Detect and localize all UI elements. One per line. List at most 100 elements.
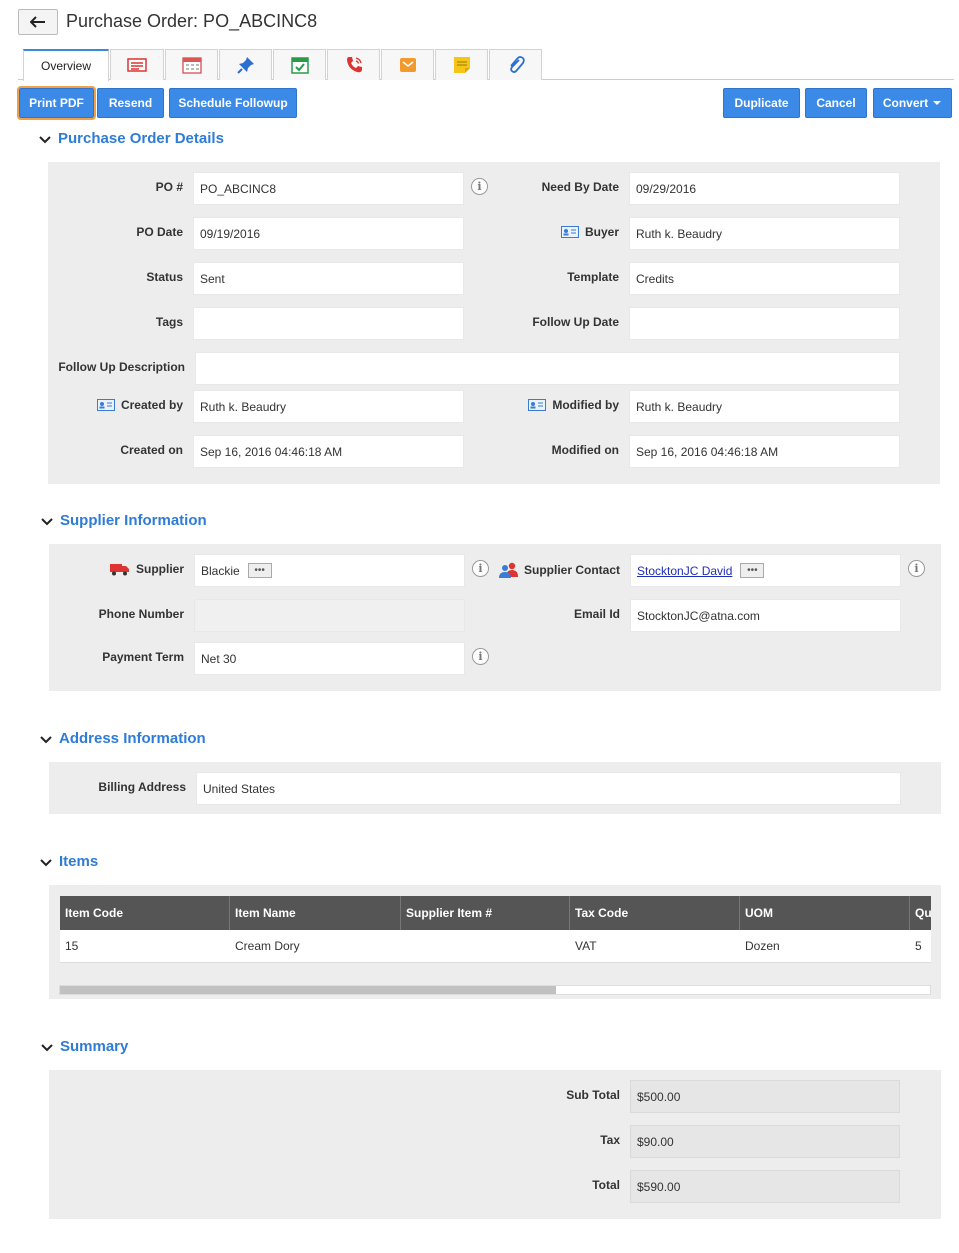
cancel-button[interactable]: Cancel — [805, 88, 867, 118]
duplicate-button[interactable]: Duplicate — [723, 88, 800, 118]
follow-up-date-label: Follow Up Date — [532, 315, 619, 329]
items-table-header: Item Code Item Name Supplier Item # Tax … — [60, 896, 931, 930]
summary-header[interactable]: Summary — [40, 1038, 128, 1055]
supplier-contact-field[interactable]: StocktonJC David ••• — [630, 554, 901, 587]
resend-button[interactable]: Resend — [97, 88, 164, 118]
pin-icon — [236, 57, 254, 74]
tab-emails[interactable] — [381, 49, 434, 80]
po-date-label: PO Date — [136, 225, 183, 239]
need-by-date-label: Need By Date — [541, 180, 619, 194]
truck-icon — [109, 564, 129, 576]
buyer-label-wrap: Buyer — [500, 225, 619, 239]
info-icon[interactable]: i — [472, 560, 489, 577]
details-list-icon — [127, 58, 147, 72]
column-header[interactable]: Tax Code — [570, 896, 740, 930]
phone-number-label: Phone Number — [98, 607, 184, 621]
payment-term-field[interactable]: Net 30 — [194, 642, 465, 675]
back-arrow-icon — [30, 16, 45, 28]
scrollbar-thumb[interactable] — [60, 986, 556, 994]
status-field[interactable]: Sent — [193, 262, 464, 295]
table-cell — [401, 930, 570, 963]
tab-overview[interactable]: Overview — [23, 49, 109, 81]
column-header[interactable]: Item Code — [60, 896, 230, 930]
tab-pins[interactable] — [219, 49, 272, 80]
need-by-date-field[interactable]: 09/29/2016 — [629, 172, 900, 205]
tab-calendar[interactable] — [165, 49, 218, 80]
supplier-info-header[interactable]: Supplier Information — [40, 512, 207, 529]
po-date-field[interactable]: 09/19/2016 — [193, 217, 464, 250]
contact-card-icon — [96, 399, 115, 411]
email-id-field[interactable]: StocktonJC@atna.com — [630, 599, 901, 632]
print-pdf-button[interactable]: Print PDF — [17, 86, 96, 120]
tab-details[interactable] — [110, 49, 164, 80]
more-options-button[interactable]: ••• — [247, 563, 272, 578]
phone-number-field[interactable] — [194, 599, 465, 632]
back-button[interactable] — [18, 9, 58, 35]
items-header[interactable]: Items — [39, 853, 98, 870]
supplier-field[interactable]: Blackie ••• — [194, 554, 465, 587]
attachment-icon — [509, 56, 525, 73]
template-field[interactable]: Credits — [629, 262, 900, 295]
buyer-field[interactable]: Ruth k. Beaudry — [629, 217, 900, 250]
table-row[interactable]: 15 Cream Dory VAT Dozen 5 — [60, 930, 931, 963]
po-details-header[interactable]: Purchase Order Details — [38, 130, 224, 147]
follow-up-description-field[interactable] — [195, 352, 900, 385]
tab-calls[interactable] — [327, 49, 380, 80]
po-details-title: Purchase Order Details — [58, 130, 224, 147]
tab-bar: Overview — [18, 49, 954, 81]
more-options-button[interactable]: ••• — [740, 563, 765, 578]
table-cell: Dozen — [745, 939, 780, 953]
supplier-label: Supplier — [135, 562, 184, 576]
tab-notes[interactable] — [435, 49, 488, 80]
table-cell: 15 — [65, 939, 79, 953]
address-info-title: Address Information — [59, 730, 206, 747]
tab-attachments[interactable] — [489, 49, 542, 80]
schedule-followup-button[interactable]: Schedule Followup — [169, 88, 297, 118]
modified-on-label: Modified on — [551, 443, 619, 457]
note-icon — [453, 57, 470, 73]
billing-address-label: Billing Address — [98, 780, 186, 794]
table-cell: VAT — [575, 939, 597, 953]
tags-field[interactable] — [193, 307, 464, 340]
modified-by-label-wrap: Modified by — [500, 398, 619, 412]
column-header[interactable]: Supplier Item # — [401, 896, 570, 930]
contact-card-icon — [560, 226, 579, 238]
horizontal-scrollbar[interactable] — [59, 985, 931, 995]
info-icon[interactable]: i — [472, 648, 489, 665]
status-label: Status — [146, 270, 183, 284]
summary-title: Summary — [60, 1038, 129, 1055]
po-number-field[interactable]: PO_ABCINC8 — [193, 172, 464, 205]
contacts-group-icon — [498, 562, 518, 578]
column-header[interactable]: Qu — [910, 896, 931, 930]
created-by-field[interactable]: Ruth k. Beaudry — [193, 390, 464, 423]
contact-card-icon — [528, 399, 547, 411]
column-header[interactable]: Item Name — [230, 896, 401, 930]
info-icon[interactable]: i — [471, 178, 488, 195]
chevron-down-icon — [41, 517, 53, 525]
info-icon[interactable]: i — [908, 560, 925, 577]
follow-up-date-field[interactable] — [629, 307, 900, 340]
tags-label: Tags — [155, 315, 183, 329]
chevron-down-icon — [40, 735, 52, 743]
template-label: Template — [567, 270, 619, 284]
po-number-label: PO # — [155, 180, 183, 194]
tax-label: Tax — [600, 1133, 620, 1147]
follow-up-description-label: Follow Up Description — [58, 360, 185, 374]
chevron-down-icon — [39, 135, 51, 143]
supplier-contact-link[interactable]: StocktonJC David — [637, 564, 732, 578]
modified-on-field[interactable]: Sep 16, 2016 04:46:18 AM — [629, 435, 900, 468]
address-info-header[interactable]: Address Information — [39, 730, 206, 747]
column-header[interactable]: UOM — [740, 896, 910, 930]
supplier-info-title: Supplier Information — [60, 512, 207, 529]
tax-field: $90.00 — [630, 1125, 900, 1158]
billing-address-field[interactable]: United States — [196, 772, 901, 805]
created-on-field[interactable]: Sep 16, 2016 04:46:18 AM — [193, 435, 464, 468]
convert-label: Convert — [882, 96, 929, 110]
email-id-label: Email Id — [573, 607, 620, 621]
total-label: Total — [592, 1178, 620, 1192]
tab-tasks[interactable] — [273, 49, 326, 80]
convert-dropdown-button[interactable]: Convert — [873, 88, 952, 118]
sub-total-label: Sub Total — [566, 1088, 620, 1102]
phone-icon — [346, 57, 362, 73]
modified-by-field[interactable]: Ruth k. Beaudry — [629, 390, 900, 423]
